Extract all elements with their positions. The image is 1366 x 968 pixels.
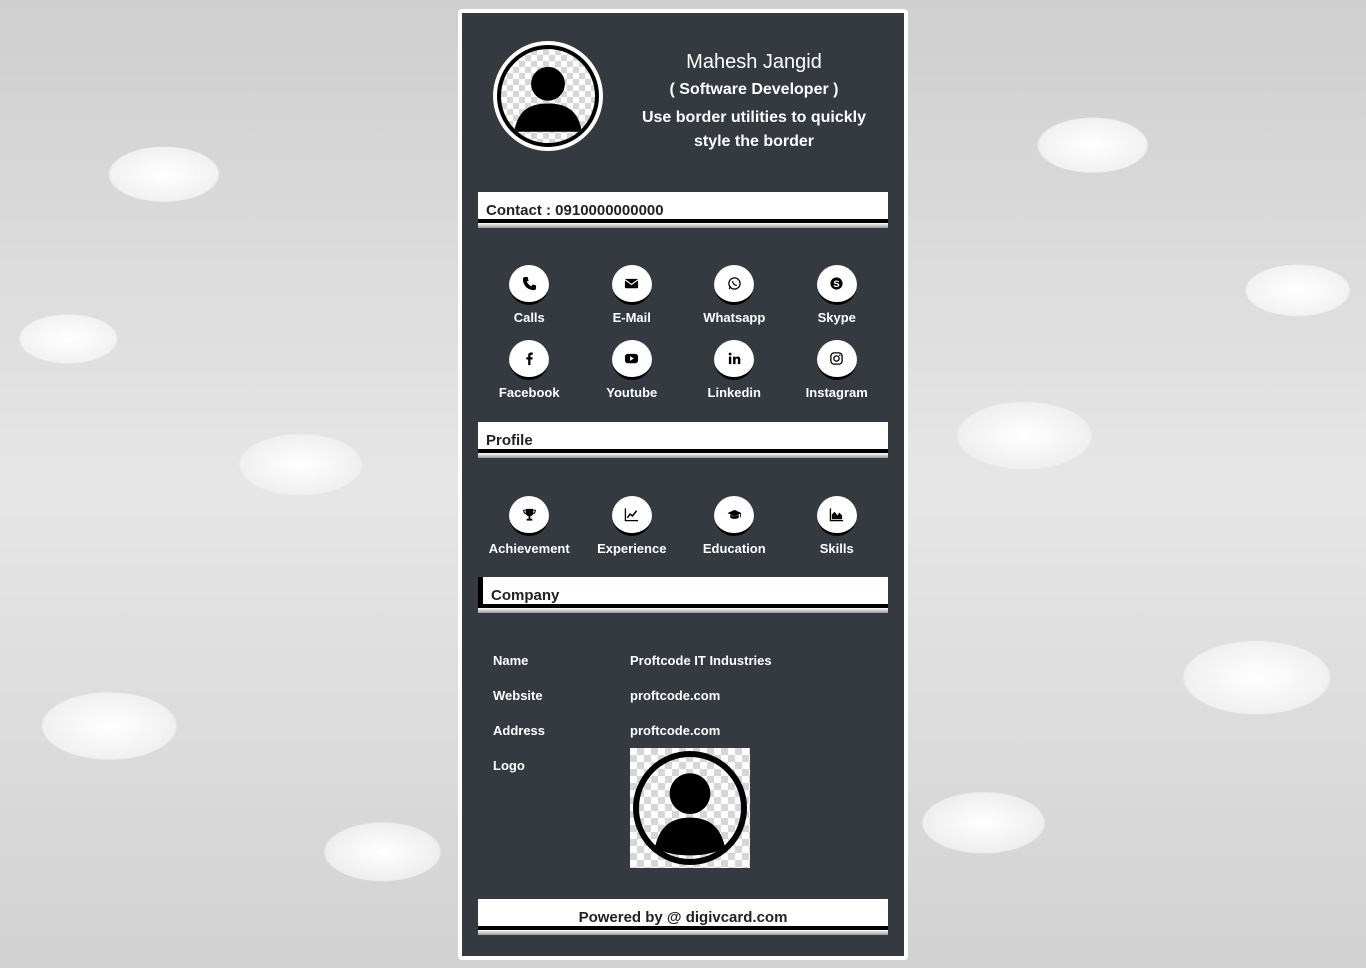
instagram-icon[interactable] xyxy=(816,340,857,380)
contact-email[interactable]: E-Mail xyxy=(581,265,684,340)
youtube-icon[interactable] xyxy=(611,340,652,380)
company-details: Name Proftcode IT Industries Website pro… xyxy=(493,653,873,888)
profile-section-bar: Profile xyxy=(478,422,888,462)
company-section-title: Company xyxy=(478,577,888,604)
contact-instagram-label: Instagram xyxy=(805,385,868,400)
envelope-icon[interactable] xyxy=(611,265,652,305)
contact-calls[interactable]: Calls xyxy=(478,265,581,340)
contact-instagram[interactable]: Instagram xyxy=(786,340,889,415)
profile-experience[interactable]: Experience xyxy=(581,496,684,571)
contact-facebook[interactable]: Facebook xyxy=(478,340,581,415)
company-website-link[interactable]: proftcode.com xyxy=(630,688,873,703)
profile-tagline: Use border utilities to quickly style th… xyxy=(641,109,867,150)
contact-calls-label: Calls xyxy=(513,310,545,325)
contact-youtube[interactable]: Youtube xyxy=(581,340,684,415)
vcard: Mahesh Jangid ( Software Developer ) Use… xyxy=(458,9,908,960)
profile-skills[interactable]: Skills xyxy=(786,496,889,571)
profile-skills-label: Skills xyxy=(819,541,854,556)
phone-icon[interactable] xyxy=(509,265,550,305)
trophy-icon[interactable] xyxy=(509,496,550,536)
contact-skype[interactable]: S Skype xyxy=(786,265,889,340)
user-silhouette-icon xyxy=(514,66,582,132)
footer-bar: Powered by @ digivcard.com xyxy=(478,899,888,939)
company-logo xyxy=(630,748,750,868)
company-row-website: Website proftcode.com xyxy=(493,688,873,723)
profile-avatar xyxy=(493,41,603,151)
company-name-key: Name xyxy=(493,653,529,668)
footer-powered-by[interactable]: Powered by @ digivcard.com xyxy=(478,899,888,926)
company-section-bar: Company xyxy=(478,577,888,617)
contact-facebook-label: Facebook xyxy=(498,385,560,400)
profile-achievement-label: Achievement xyxy=(488,541,570,556)
line-chart-icon[interactable] xyxy=(611,496,652,536)
company-name-value: Proftcode IT Industries xyxy=(630,653,772,668)
company-website-key: Website xyxy=(493,688,543,703)
profile-achievement[interactable]: Achievement xyxy=(478,496,581,571)
company-address-value: proftcode.com xyxy=(630,723,721,738)
profile-role: ( Software Developer ) xyxy=(669,81,839,98)
contact-icons-grid: Calls E-Mail Whatsapp S Skype Facebook Y… xyxy=(478,265,888,415)
whatsapp-icon[interactable] xyxy=(714,265,755,305)
profile-experience-label: Experience xyxy=(597,541,667,556)
contact-linkedin[interactable]: Linkedin xyxy=(683,340,786,415)
linkedin-icon[interactable] xyxy=(714,340,755,380)
contact-skype-label: Skype xyxy=(817,310,856,325)
profile-icons-grid: Achievement Experience Education Skills xyxy=(478,496,888,571)
area-chart-icon[interactable] xyxy=(816,496,857,536)
skype-icon[interactable]: S xyxy=(816,265,857,305)
contact-bar: Contact : 0910000000000 xyxy=(478,192,888,232)
user-circle-icon xyxy=(633,751,747,865)
contact-whatsapp[interactable]: Whatsapp xyxy=(683,265,786,340)
company-address-key: Address xyxy=(493,723,546,738)
company-row-name: Name Proftcode IT Industries xyxy=(493,653,873,688)
contact-email-label: E-Mail xyxy=(612,310,651,325)
facebook-icon[interactable] xyxy=(509,340,550,380)
contact-youtube-label: Youtube xyxy=(606,385,658,400)
profile-name: Mahesh Jangid xyxy=(686,51,822,73)
profile-education[interactable]: Education xyxy=(683,496,786,571)
company-logo-key: Logo xyxy=(493,758,525,773)
company-row-logo: Logo xyxy=(493,748,873,888)
contact-whatsapp-label: Whatsapp xyxy=(703,310,766,325)
profile-section-title: Profile xyxy=(478,422,888,449)
graduation-cap-icon[interactable] xyxy=(714,496,755,536)
profile-header: Mahesh Jangid ( Software Developer ) Use… xyxy=(462,13,904,183)
contact-number[interactable]: Contact : 0910000000000 xyxy=(478,192,888,219)
profile-education-label: Education xyxy=(702,541,766,556)
contact-linkedin-label: Linkedin xyxy=(707,385,761,400)
svg-text:S: S xyxy=(834,279,840,289)
